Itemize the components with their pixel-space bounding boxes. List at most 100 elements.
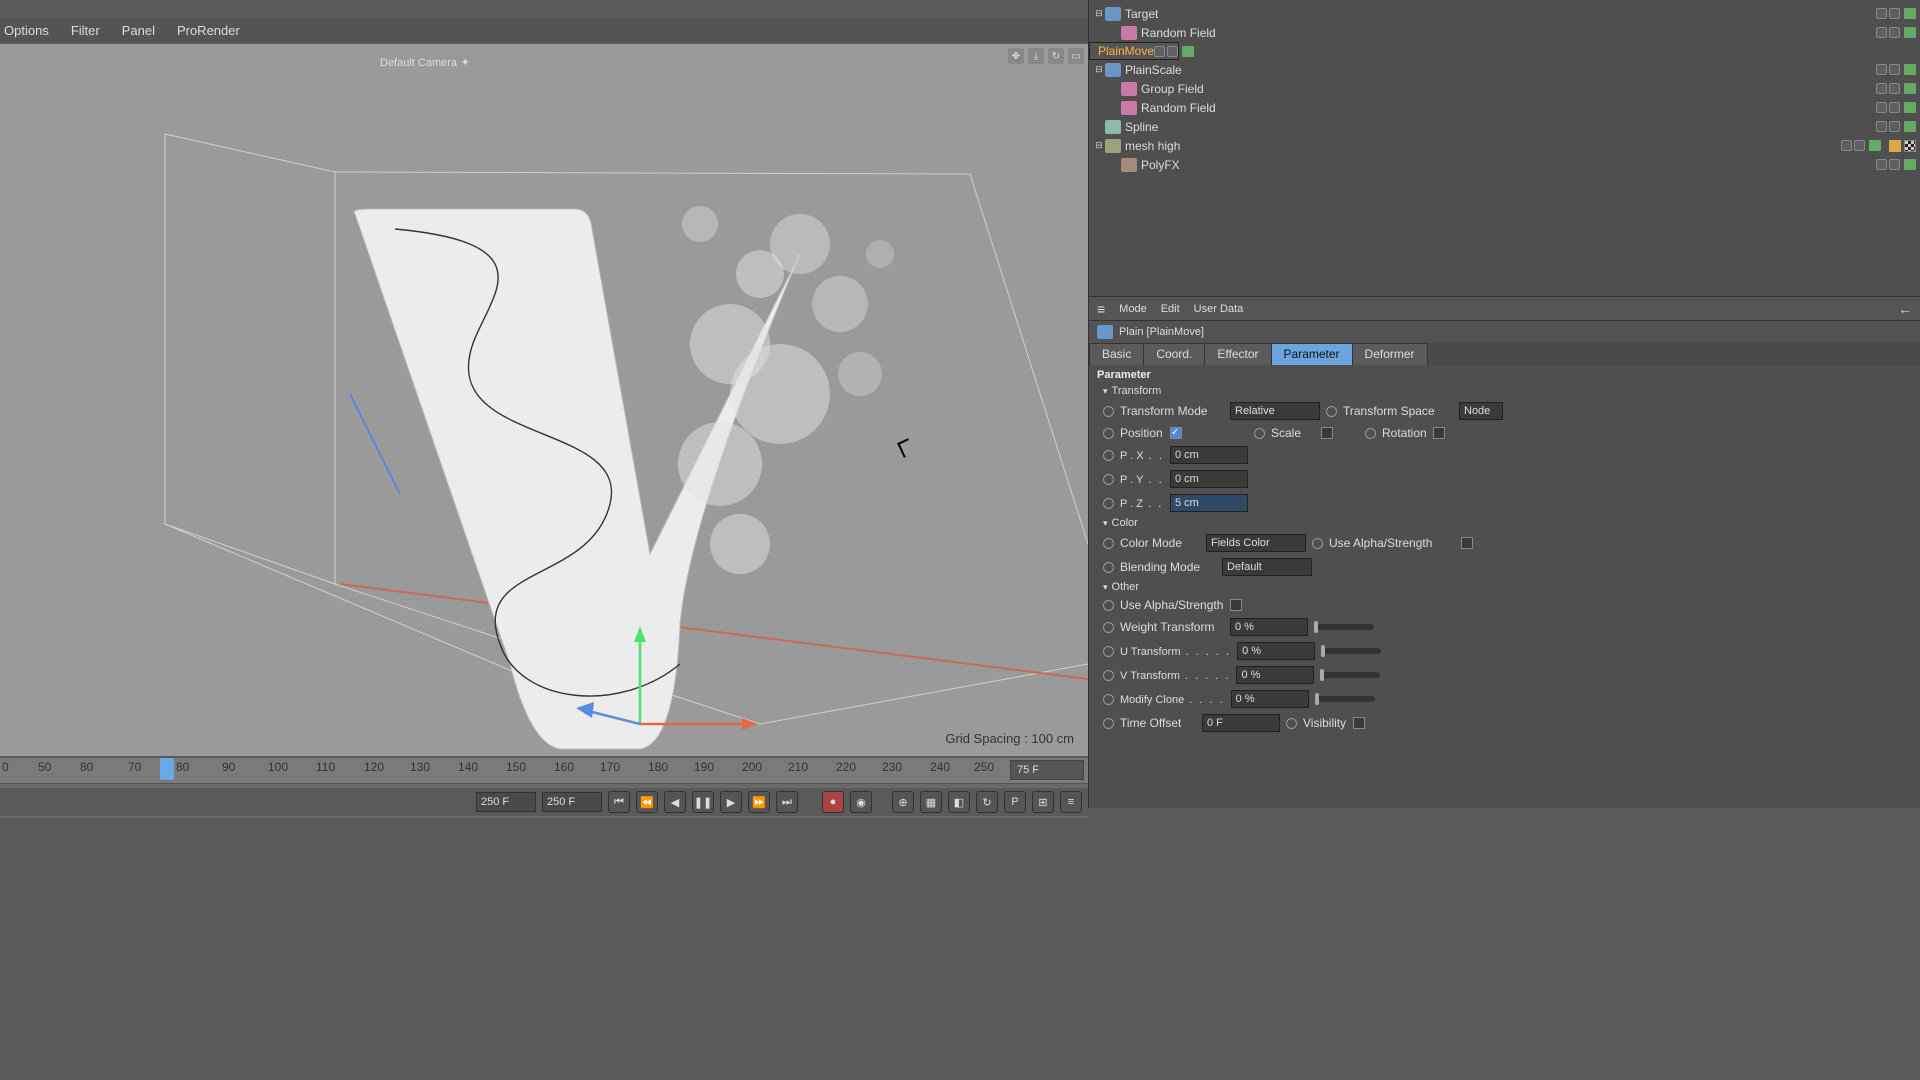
px-field[interactable]: 0 cm [1170, 446, 1248, 464]
tab-effector[interactable]: Effector [1204, 343, 1271, 365]
modify-clone-slider[interactable] [1315, 696, 1375, 702]
group-other[interactable]: Other [1089, 579, 1920, 595]
use-alpha2-checkbox[interactable] [1230, 599, 1242, 611]
layer-dot[interactable] [1889, 8, 1900, 19]
anim-dot[interactable] [1326, 406, 1337, 417]
layer-dot[interactable] [1889, 64, 1900, 75]
py-field[interactable]: 0 cm [1170, 470, 1248, 488]
attr-userdata-menu[interactable]: User Data [1194, 303, 1244, 315]
key-pla-button[interactable]: P [1004, 791, 1026, 813]
object-row-mesh-high[interactable]: ⊟mesh high [1089, 136, 1920, 155]
tab-deformer[interactable]: Deformer [1352, 343, 1428, 365]
visibility-toggle[interactable] [1904, 64, 1916, 75]
visibility-toggle[interactable] [1904, 8, 1916, 19]
goto-start-button[interactable]: ⏮ [608, 791, 630, 813]
u-transform-field[interactable]: 0 % [1237, 642, 1315, 660]
layer-dot[interactable] [1876, 27, 1887, 38]
v-transform-slider[interactable] [1320, 672, 1380, 678]
visibility-toggle[interactable] [1904, 159, 1916, 170]
attr-menu-icon[interactable]: ≡ [1097, 301, 1105, 317]
layer-dot[interactable] [1889, 102, 1900, 113]
transform-mode-select[interactable]: Relative [1230, 402, 1320, 420]
layer-dot[interactable] [1854, 140, 1865, 151]
menu-filter[interactable]: Filter [71, 23, 100, 38]
play-back-button[interactable]: ◀ [664, 791, 686, 813]
modify-clone-field[interactable]: 0 % [1231, 690, 1309, 708]
layer-dot[interactable] [1876, 102, 1887, 113]
visibility-toggle[interactable] [1904, 27, 1916, 38]
goto-end-button[interactable]: ⏭ [776, 791, 798, 813]
anim-dot[interactable] [1365, 428, 1376, 439]
anim-dot[interactable] [1312, 538, 1323, 549]
attr-back-icon[interactable]: ← [1898, 301, 1912, 317]
anim-dot[interactable] [1103, 450, 1114, 461]
pz-field[interactable]: 5 cm [1170, 494, 1248, 512]
timeline-playhead[interactable] [160, 758, 174, 780]
object-row-target[interactable]: ⊟Target [1089, 4, 1920, 23]
prev-key-button[interactable]: ⏪ [636, 791, 658, 813]
layer-dot[interactable] [1889, 159, 1900, 170]
layer-dot[interactable] [1889, 121, 1900, 132]
anim-dot[interactable] [1103, 670, 1114, 681]
object-row-group-field[interactable]: Group Field [1089, 79, 1920, 98]
use-alpha-checkbox[interactable] [1461, 537, 1473, 549]
scale-checkbox[interactable] [1321, 427, 1333, 439]
visibility-toggle[interactable] [1869, 140, 1881, 151]
current-frame-field[interactable]: 75 F [1010, 760, 1084, 780]
record-key-button[interactable]: ● [822, 791, 844, 813]
vp-icon-4[interactable]: ▭ [1068, 48, 1084, 64]
key-param-button[interactable]: ↻ [976, 791, 998, 813]
anim-dot[interactable] [1103, 474, 1114, 485]
expand-icon[interactable]: ⊟ [1093, 64, 1105, 75]
anim-dot[interactable] [1103, 498, 1114, 509]
anim-dot[interactable] [1103, 694, 1114, 705]
layer-dot[interactable] [1167, 46, 1178, 57]
anim-dot[interactable] [1254, 428, 1265, 439]
rotation-checkbox[interactable] [1433, 427, 1445, 439]
attr-mode-menu[interactable]: Mode [1119, 303, 1147, 315]
tag-chk[interactable] [1904, 140, 1916, 152]
anim-dot[interactable] [1103, 622, 1114, 633]
anim-dot[interactable] [1103, 406, 1114, 417]
layer-dot[interactable] [1154, 46, 1165, 57]
vp-icon-2[interactable]: ⤓ [1028, 48, 1044, 64]
object-row-polyfx[interactable]: PolyFX [1089, 155, 1920, 174]
menu-panel[interactable]: Panel [122, 23, 155, 38]
blending-mode-select[interactable]: Default [1222, 558, 1312, 576]
menu-options[interactable]: Options [4, 23, 49, 38]
key-pos-button[interactable]: ⊕ [892, 791, 914, 813]
vp-icon-1[interactable]: ✥ [1008, 48, 1024, 64]
viewport[interactable]: Default Camera ✦ ✥ ⤓ ↻ ▭ Grid Spacing : … [0, 44, 1088, 756]
color-mode-select[interactable]: Fields Color [1206, 534, 1306, 552]
vp-icon-3[interactable]: ↻ [1048, 48, 1064, 64]
anim-dot[interactable] [1103, 538, 1114, 549]
anim-dot[interactable] [1103, 600, 1114, 611]
range-start-field[interactable]: 250 F [476, 792, 536, 812]
key-rot-button[interactable]: ◧ [948, 791, 970, 813]
tab-parameter[interactable]: Parameter [1271, 343, 1353, 365]
v-transform-field[interactable]: 0 % [1236, 666, 1314, 684]
visibility-toggle[interactable] [1904, 102, 1916, 113]
layer-dot[interactable] [1889, 83, 1900, 94]
pause-button[interactable]: ❚❚ [692, 791, 714, 813]
menu-prorender[interactable]: ProRender [177, 23, 240, 38]
transform-space-select[interactable]: Node [1459, 402, 1503, 420]
visibility-toggle[interactable] [1904, 83, 1916, 94]
layer-dot[interactable] [1876, 121, 1887, 132]
weight-transform-field[interactable]: 0 % [1230, 618, 1308, 636]
object-row-random-field[interactable]: Random Field [1089, 98, 1920, 117]
tab-basic[interactable]: Basic [1089, 343, 1144, 365]
group-color[interactable]: Color [1089, 515, 1920, 531]
layer-dot[interactable] [1841, 140, 1852, 151]
expand-icon[interactable]: ⊟ [1093, 140, 1105, 151]
anim-dot[interactable] [1103, 562, 1114, 573]
attr-edit-menu[interactable]: Edit [1161, 303, 1180, 315]
weight-transform-slider[interactable] [1314, 624, 1374, 630]
position-checkbox[interactable] [1170, 427, 1182, 439]
layer-dot[interactable] [1876, 159, 1887, 170]
visibility-checkbox[interactable] [1353, 717, 1365, 729]
anim-dot[interactable] [1286, 718, 1297, 729]
anim-dot[interactable] [1103, 718, 1114, 729]
expand-icon[interactable]: ⊟ [1093, 8, 1105, 19]
object-row-random-field[interactable]: Random Field [1089, 23, 1920, 42]
